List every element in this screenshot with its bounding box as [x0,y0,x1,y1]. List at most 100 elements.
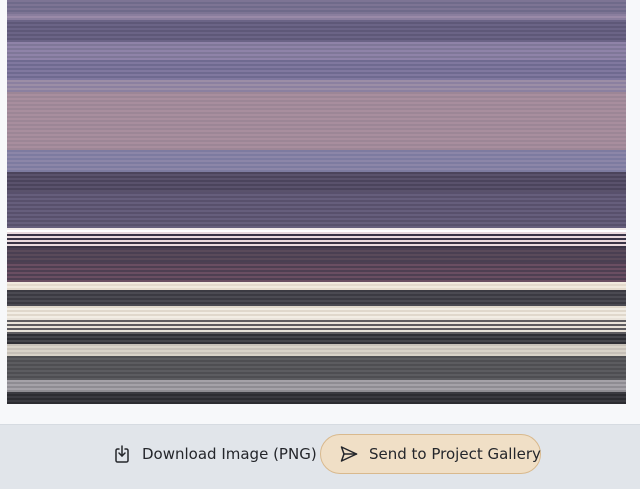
page: Download Image (PNG) Send to Project Gal… [0,0,640,489]
stripe [7,314,626,316]
send-button-label: Send to Project Gallery [369,445,541,463]
stripe [7,374,626,376]
stripe [7,400,626,402]
stripe [7,244,626,246]
stripe [7,192,626,194]
stripe [7,384,626,386]
stripe [7,80,626,82]
stripe [7,402,626,404]
stripe [7,66,626,68]
stripe [7,254,626,256]
stripe [7,132,626,134]
stripe [7,288,626,290]
stripe [7,364,626,366]
stripe [7,306,626,308]
stripe [7,206,626,208]
stripe [7,48,626,50]
stripe [7,362,626,364]
stripe [7,358,626,360]
stripe [7,102,626,104]
stripe [7,226,626,228]
stripe [7,376,626,378]
stripe [7,110,626,112]
stripe [7,188,626,190]
stripe [7,270,626,272]
stripe [7,154,626,156]
stripe [7,304,626,306]
stripe [7,228,626,230]
stripe [7,214,626,216]
stripe [7,0,626,2]
stripe [7,360,626,362]
stripe [7,82,626,84]
stripe [7,238,626,240]
stripe [7,114,626,116]
stripe [7,208,626,210]
stripe [7,292,626,294]
stripe [7,168,626,170]
stripe [7,390,626,392]
stripe [7,150,626,152]
stripe [7,126,626,128]
stripe [7,106,626,108]
stripe [7,30,626,32]
stripe [7,194,626,196]
stripe [7,56,626,58]
stripe [7,286,626,288]
stripe [7,394,626,396]
stripe [7,38,626,40]
stripe [7,174,626,176]
stripe [7,28,626,30]
stripe [7,44,626,46]
stripe [7,96,626,98]
stripe [7,22,626,24]
stripe [7,298,626,300]
stripe [7,40,626,42]
stripe [7,118,626,120]
stripe [7,24,626,26]
stripe [7,398,626,400]
stripe [7,318,626,320]
stripe [7,246,626,248]
stripe [7,248,626,250]
stripe [7,250,626,252]
download-icon [112,444,132,464]
stripe [7,42,626,44]
stripe [7,124,626,126]
stripe [7,4,626,6]
stripe [7,388,626,390]
stripe [7,222,626,224]
stripe [7,346,626,348]
stripe [7,234,626,236]
stripe [7,120,626,122]
stripe [7,64,626,66]
stripe [7,320,626,322]
stripe [7,260,626,262]
stripe [7,344,626,346]
stripe [7,356,626,358]
stripe [7,52,626,54]
stripe [7,86,626,88]
stripe [7,258,626,260]
stripe [7,184,626,186]
stripe [7,230,626,232]
stripe [7,220,626,222]
stripe [7,54,626,56]
stripe [7,88,626,90]
stripe [7,342,626,344]
striped-artwork [7,0,626,404]
stripe [7,26,626,28]
stripe [7,216,626,218]
stripe [7,6,626,8]
stripe [7,352,626,354]
download-image-button[interactable]: Download Image (PNG) [106,435,323,473]
stripe [7,380,626,382]
stripe [7,84,626,86]
stripe [7,266,626,268]
stripe [7,328,626,330]
send-to-gallery-button[interactable]: Send to Project Gallery [320,434,541,474]
stripe [7,386,626,388]
stripe [7,100,626,102]
stripe [7,112,626,114]
stripe [7,160,626,162]
